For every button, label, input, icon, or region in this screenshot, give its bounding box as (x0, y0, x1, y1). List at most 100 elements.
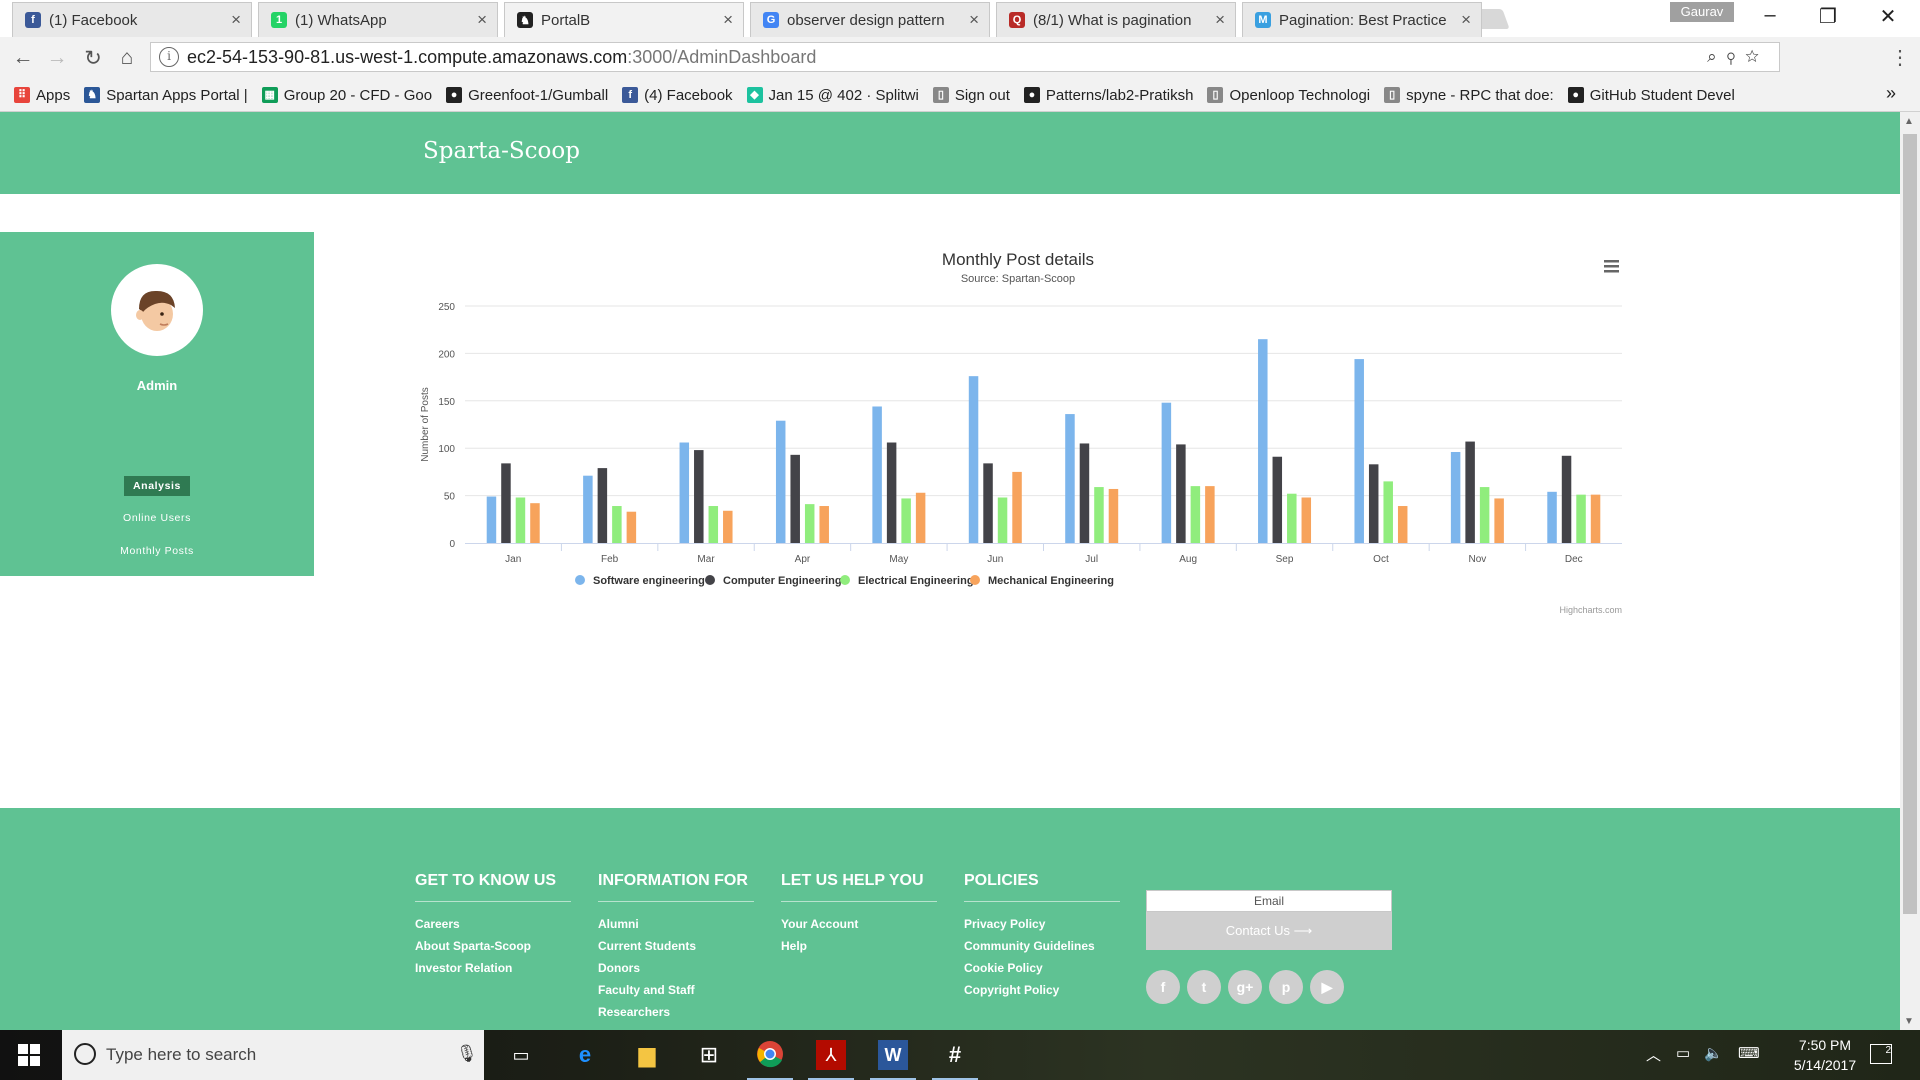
scrollbar-thumb[interactable] (1903, 134, 1917, 914)
scroll-up-icon[interactable]: ▲ (1904, 116, 1914, 127)
footer-link[interactable]: Careers (415, 916, 571, 932)
chrome-icon[interactable] (747, 1040, 793, 1080)
tab-close-icon[interactable]: × (477, 10, 487, 30)
task-view-icon[interactable]: ▭ (506, 1040, 536, 1070)
footer-link[interactable]: Current Students (598, 938, 754, 954)
close-window-icon[interactable]: ✕ (1868, 4, 1908, 29)
bookmark-item[interactable]: ● GitHub Student Devel (1567, 87, 1735, 104)
sidebar-item-analysis[interactable]: Analysis (0, 476, 314, 496)
twitter-icon[interactable]: t (1187, 970, 1221, 1004)
tab-close-icon[interactable]: × (1215, 10, 1225, 30)
contact-us-button[interactable]: Contact Us ⟶ (1146, 912, 1392, 950)
more-bookmarks-icon[interactable]: » (1886, 83, 1896, 104)
footer-link[interactable]: Donors (598, 960, 754, 976)
footer-link[interactable]: About Sparta-Scoop (415, 938, 571, 954)
footer-link[interactable]: Your Account (781, 916, 937, 932)
bar-software-engineering (1547, 491, 1557, 543)
profile-button[interactable]: Gaurav (1670, 2, 1734, 22)
reload-icon[interactable]: ↻ (80, 46, 106, 71)
site-info-icon[interactable]: i (159, 47, 179, 67)
browser-tab[interactable]: ♞ PortalB × (504, 2, 744, 37)
bookmark-item[interactable]: ▯ Sign out (932, 87, 1010, 104)
footer-link[interactable]: Copyright Policy (964, 982, 1120, 998)
browser-tab[interactable]: f (1) Facebook × (12, 2, 252, 37)
bookmark-item[interactable]: ♞ Spartan Apps Portal | (84, 87, 248, 104)
url-input[interactable]: i ec2-54-153-90-81.us-west-1.compute.ama… (150, 42, 1780, 72)
tab-label: PortalB (541, 11, 591, 29)
restore-icon[interactable]: ❐ (1808, 4, 1848, 29)
bookmark-item[interactable]: ⠿ Apps (14, 87, 70, 104)
bookmark-item[interactable]: ◆ Jan 15 @ 402 · Splitwi (746, 87, 919, 104)
action-center-icon[interactable]: 2 (1870, 1044, 1892, 1064)
footer-link[interactable]: Privacy Policy (964, 916, 1120, 932)
bar-mechanical-engineering (1108, 488, 1119, 543)
bookmark-item[interactable]: ▯ spyne - RPC that doe: (1384, 87, 1554, 104)
tab-close-icon[interactable]: × (723, 10, 733, 30)
home-icon[interactable]: ⌂ (114, 46, 140, 70)
footer-link[interactable]: Faculty and Staff (598, 982, 754, 998)
bar-mechanical-engineering (626, 511, 637, 543)
bookmark-item[interactable]: ● Patterns/lab2-Pratiksh (1023, 87, 1193, 104)
forward-icon[interactable]: → (44, 46, 70, 70)
footer-link[interactable]: Alumni (598, 916, 754, 932)
sidebar-item-online-users[interactable]: Online Users (0, 512, 314, 524)
tab-close-icon[interactable]: × (231, 10, 241, 30)
facebook-icon[interactable]: f (1146, 970, 1180, 1004)
x-tick-label: Apr (795, 554, 811, 565)
pinterest-icon[interactable]: p (1269, 970, 1303, 1004)
google-plus-icon[interactable]: g+ (1228, 970, 1262, 1004)
browser-tab[interactable]: Q (8/1) What is pagination × (996, 2, 1236, 37)
bookmark-item[interactable]: ▦ Group 20 - CFD - Goo (261, 87, 432, 104)
battery-icon[interactable]: ▭ (1676, 1044, 1690, 1062)
bookmark-item[interactable]: f (4) Facebook (622, 87, 733, 104)
store-icon[interactable]: ⊞ (694, 1040, 724, 1070)
extension-icon[interactable]: ⚲ (1727, 47, 1745, 66)
legend-item[interactable]: Software engineering (593, 575, 705, 587)
start-button[interactable] (18, 1044, 40, 1066)
footer-link[interactable]: Cookie Policy (964, 960, 1120, 976)
bookmark-item[interactable]: ● Greenfoot-1/Gumball (446, 87, 608, 104)
page-scrollbar[interactable]: ▲ ▼ (1900, 112, 1920, 1030)
back-icon[interactable]: ← (10, 46, 36, 70)
microphone-icon[interactable]: 🎙 (456, 1044, 478, 1064)
sidebar-item-logout[interactable]: LOG OUT (0, 578, 314, 590)
footer-link[interactable]: Researchers (598, 1004, 754, 1020)
footer-link[interactable]: Community Guidelines (964, 938, 1120, 954)
footer-link[interactable]: Investor Relation (415, 960, 571, 976)
browser-menu-icon[interactable]: ⋮ (1890, 45, 1910, 70)
bar-computer-engineering (501, 463, 511, 543)
show-hidden-icons-icon[interactable]: ︿ (1646, 1044, 1661, 1065)
volume-icon[interactable]: 🔈 (1704, 1044, 1723, 1062)
tab-close-icon[interactable]: × (969, 10, 979, 30)
youtube-icon[interactable]: ▶ (1310, 970, 1344, 1004)
browser-tab[interactable]: M Pagination: Best Practice × (1242, 2, 1482, 37)
legend-item[interactable]: Computer Engineering (723, 575, 842, 587)
file-explorer-icon[interactable]: ▆ (632, 1040, 662, 1070)
acrobat-icon[interactable]: ⅄ (808, 1040, 854, 1080)
legend-item[interactable]: Electrical Engineering (858, 575, 974, 587)
x-tick-label: Sep (1276, 554, 1294, 565)
legend-item[interactable]: Mechanical Engineering (988, 575, 1114, 587)
browser-tab[interactable]: 1 (1) WhatsApp × (258, 2, 498, 37)
slack-icon[interactable]: # (932, 1040, 978, 1080)
bookmark-star-icon[interactable]: ☆ (1745, 47, 1769, 66)
edge-icon[interactable]: e (570, 1040, 600, 1070)
browser-tab[interactable]: Gobserver design pattern × (750, 2, 990, 37)
tab-close-icon[interactable]: × (1461, 10, 1471, 30)
bar-software-engineering (1065, 414, 1075, 543)
system-clock[interactable]: 7:50 PM 5/14/2017 (1780, 1035, 1870, 1075)
bar-mechanical-engineering (1205, 486, 1215, 543)
scroll-down-icon[interactable]: ▼ (1904, 1016, 1914, 1027)
sidebar-item-monthly-posts[interactable]: Monthly Posts (0, 545, 314, 557)
zoom-icon[interactable]: ⌕ (1707, 47, 1727, 66)
taskbar-search-input[interactable]: Type here to search 🎙 (62, 1030, 484, 1080)
bar-electrical-engineering (612, 506, 622, 543)
email-input[interactable]: Email (1146, 890, 1392, 912)
bookmark-item[interactable]: ▯ Openloop Technologi (1207, 87, 1370, 104)
minimize-icon[interactable]: – (1750, 4, 1790, 27)
footer-link[interactable]: Help (781, 938, 937, 954)
site-brand[interactable]: Sparta-Scoop (423, 138, 580, 164)
keyboard-icon[interactable]: ⌨ (1738, 1044, 1760, 1062)
chart-menu-icon[interactable] (1604, 260, 1619, 273)
word-icon[interactable]: W (870, 1040, 916, 1080)
